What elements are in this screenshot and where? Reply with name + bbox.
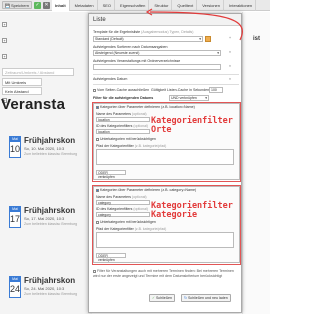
- annotation-arrow: [145, 8, 243, 41]
